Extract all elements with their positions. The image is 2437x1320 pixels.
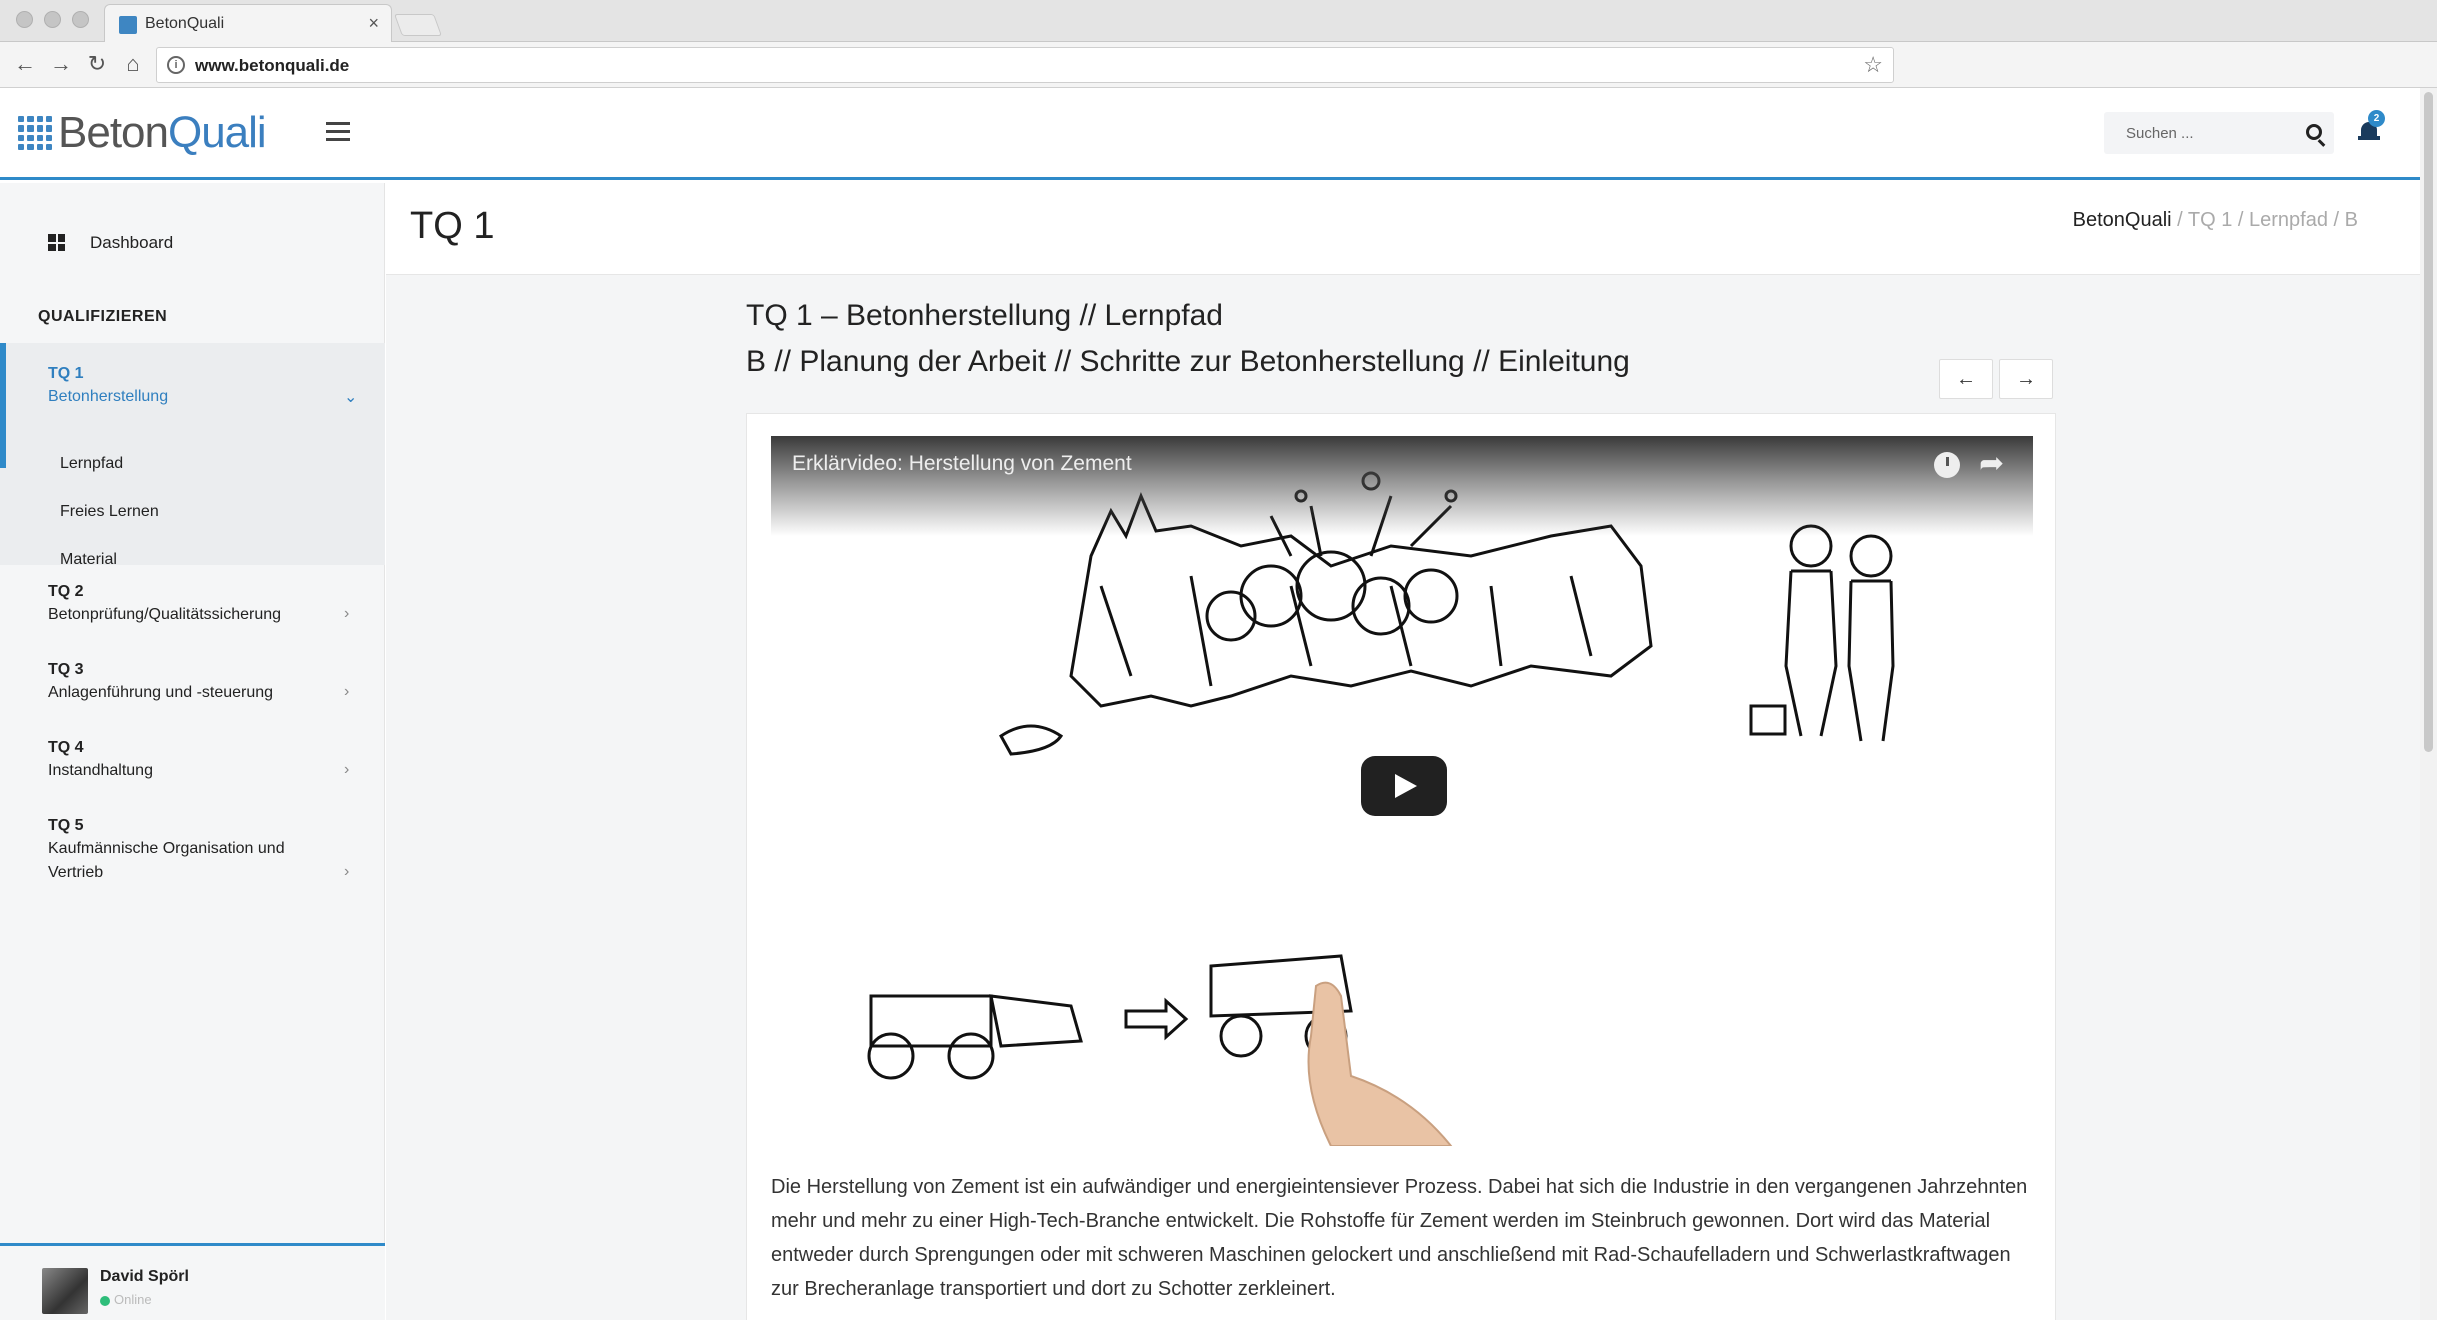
logo-icon xyxy=(18,116,52,150)
bookmark-star-icon[interactable]: ☆ xyxy=(1863,52,1883,78)
page-header: TQ 1 BetonQuali / TQ 1 / Lernpfad / B xyxy=(386,183,2420,275)
sidebar-item-tq1[interactable]: TQ 1 Betonherstellung ⌄ Lernpfad Freies … xyxy=(0,343,385,568)
chevron-right-icon[interactable]: › xyxy=(344,683,349,701)
forward-icon[interactable]: → xyxy=(46,49,76,79)
sidebar-item-code: TQ 5 xyxy=(48,817,84,834)
window-minimize-button[interactable] xyxy=(44,11,61,28)
info-icon[interactable]: i xyxy=(167,56,185,74)
watch-later-icon[interactable] xyxy=(1934,452,1960,478)
lesson-card: Erklärvideo: Herstellung von Zement ➦ Di… xyxy=(746,413,2056,1320)
window-zoom-button[interactable] xyxy=(72,11,89,28)
avatar xyxy=(42,1268,88,1314)
sidebar-item-label: Instandhaltung xyxy=(48,762,153,779)
sidebar-item-label: Betonherstellung xyxy=(48,388,169,405)
prev-button[interactable]: ← xyxy=(1939,359,1993,399)
dashboard-icon xyxy=(48,234,65,251)
notification-badge: 2 xyxy=(2368,110,2385,127)
sidebar-subitem-material[interactable]: Material xyxy=(60,551,117,569)
user-status: Online xyxy=(114,1292,152,1307)
lesson-title-line1: TQ 1 – Betonherstellung // Lernpfad xyxy=(746,299,1223,332)
browser-tab[interactable]: BetonQuali × xyxy=(104,4,392,42)
sidebar-item-label: Vertrieb xyxy=(48,864,104,881)
search-input[interactable] xyxy=(2104,112,2294,154)
page-title: TQ 1 xyxy=(410,205,495,247)
active-indicator xyxy=(0,343,6,468)
reload-icon[interactable]: ↻ xyxy=(82,49,112,79)
user-panel[interactable]: David Spörl Online xyxy=(0,1243,385,1320)
app-header: BetonQuali 2 xyxy=(0,88,2420,180)
sidebar-section-title: QUALIFIZIEREN xyxy=(38,308,168,325)
tab-close-icon[interactable]: × xyxy=(368,13,379,34)
share-icon[interactable]: ➦ xyxy=(1979,446,2004,481)
lesson-title: TQ 1 – Betonherstellung // Lernpfad B //… xyxy=(746,293,1630,385)
next-button[interactable]: → xyxy=(1999,359,2053,399)
page-scrollbar[interactable] xyxy=(2420,88,2437,1320)
lesson-title-line2: B // Planung der Arbeit // Schritte zur … xyxy=(746,345,1630,378)
sidebar-item-code: TQ 4 xyxy=(48,739,84,756)
browser-tab-bar: BetonQuali × xyxy=(0,0,2437,42)
sidebar-item-label: Kaufmännische Organisation und xyxy=(48,840,285,857)
window-close-button[interactable] xyxy=(16,11,33,28)
notification-bell-icon[interactable]: 2 xyxy=(2358,110,2385,146)
sidebar-item-code: TQ 1 xyxy=(48,365,84,382)
lesson-description: Die Herstellung von Zement ist ein aufwä… xyxy=(771,1176,2028,1300)
breadcrumb: BetonQuali / TQ 1 / Lernpfad / B xyxy=(2073,209,2358,232)
logo[interactable]: BetonQuali xyxy=(58,108,267,158)
video-player[interactable]: Erklärvideo: Herstellung von Zement ➦ xyxy=(771,436,2033,1146)
menu-toggle-icon[interactable] xyxy=(326,122,350,142)
sidebar-subitem-lernpfad[interactable]: Lernpfad xyxy=(60,455,123,473)
sidebar: Dashboard QUALIFIZIEREN TQ 1 Betonherste… xyxy=(0,183,385,1320)
back-icon[interactable]: ← xyxy=(10,49,40,79)
chevron-right-icon[interactable]: › xyxy=(344,863,349,881)
search-box xyxy=(2104,112,2334,154)
new-tab-button[interactable] xyxy=(393,14,443,36)
logo-text-beton: Beton xyxy=(58,108,169,157)
favicon-icon xyxy=(119,16,137,34)
logo-text-quali: Quali xyxy=(167,108,267,157)
chevron-down-icon[interactable]: ⌄ xyxy=(344,387,357,407)
main-content: TQ 1 BetonQuali / TQ 1 / Lernpfad / B TQ… xyxy=(386,183,2420,1320)
sidebar-item-label: Anlagenführung und -steuerung xyxy=(48,684,274,701)
scrollbar-thumb[interactable] xyxy=(2424,92,2433,752)
search-icon[interactable] xyxy=(2306,124,2322,140)
breadcrumb-trail: / TQ 1 / Lernpfad / B xyxy=(2171,209,2358,231)
address-bar[interactable]: i www.betonquali.de ☆ xyxy=(156,47,1894,83)
chevron-right-icon[interactable]: › xyxy=(344,761,349,779)
tab-title: BetonQuali xyxy=(145,15,225,32)
sidebar-item-label: Betonprüfung/Qualitätssicherung xyxy=(48,606,282,623)
sidebar-subitem-freies-lernen[interactable]: Freies Lernen xyxy=(60,503,159,521)
sidebar-item-label: Dashboard xyxy=(90,233,174,252)
sidebar-item-code: TQ 2 xyxy=(48,583,84,600)
user-name: David Spörl xyxy=(100,1268,189,1285)
home-icon[interactable]: ⌂ xyxy=(118,49,148,79)
online-status-icon xyxy=(100,1296,110,1306)
sidebar-item-code: TQ 3 xyxy=(48,661,84,678)
video-title[interactable]: Erklärvideo: Herstellung von Zement xyxy=(792,452,1132,476)
url-text[interactable]: www.betonquali.de xyxy=(195,56,349,76)
browser-toolbar: ← → ↻ ⌂ i www.betonquali.de ☆ xyxy=(0,42,2437,88)
breadcrumb-home-link[interactable]: BetonQuali xyxy=(2073,209,2172,231)
video-title-bar xyxy=(771,436,2033,536)
chevron-right-icon[interactable]: › xyxy=(344,605,349,623)
play-button[interactable] xyxy=(1361,756,1447,816)
